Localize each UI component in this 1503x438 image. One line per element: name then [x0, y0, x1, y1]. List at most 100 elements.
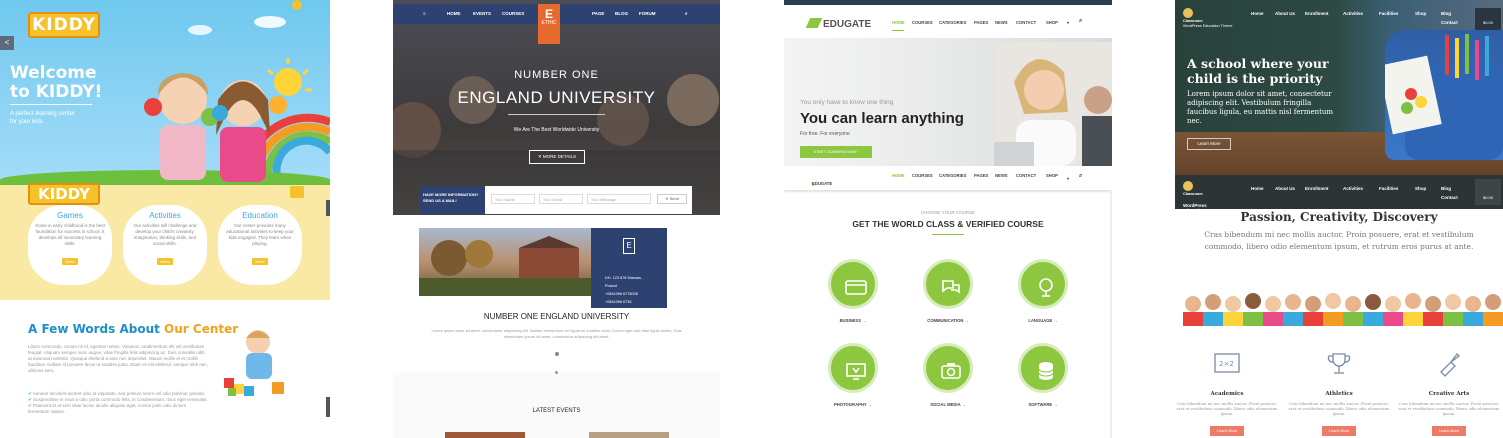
nav-courses[interactable]: COURSES: [502, 11, 524, 16]
event-thumbnail[interactable]: [589, 432, 669, 438]
course-label-social-media[interactable]: SOCIAL MEDIA →: [908, 402, 988, 407]
nav-categories[interactable]: CATEGORIES: [939, 20, 966, 25]
more-details-button[interactable]: ✕ MORE DETAILS: [529, 150, 585, 164]
nav-facilities[interactable]: Facilities: [1379, 11, 1398, 16]
phone-line: +0841096 6778008: [605, 292, 638, 296]
university-theme-preview[interactable]: ≡ HOME EVENTS COURSES PAGE BLOG FORUM ⌕ …: [393, 0, 720, 438]
scrollbar[interactable]: [326, 397, 330, 417]
course-label-language[interactable]: LANGUAGE →: [1003, 318, 1083, 323]
more-button[interactable]: More: [157, 258, 173, 265]
kiddy-menu-icon[interactable]: [292, 0, 302, 10]
nav-about[interactable]: About Us: [1275, 186, 1295, 191]
kiddy-logo[interactable]: KIDDY: [28, 12, 100, 38]
classroom-logo[interactable]: Classroom WordPress Education Theme: [1183, 192, 1207, 218]
globe-icon: [1039, 278, 1053, 297]
university-hero-line2: ENGLAND UNIVERSITY: [457, 88, 656, 107]
message-input[interactable]: Your Message: [587, 194, 651, 204]
nav-news[interactable]: NEWS: [995, 20, 1008, 25]
nav-shop[interactable]: Shop: [1415, 11, 1426, 16]
software-course-button[interactable]: [1018, 343, 1068, 393]
nav-about[interactable]: About Us: [1275, 11, 1295, 16]
course-label-business[interactable]: BUSINESS →: [813, 318, 893, 323]
nav-contact[interactable]: Contact: [1441, 20, 1458, 25]
nav-pages[interactable]: PAGES: [974, 173, 988, 178]
communication-course-button[interactable]: [923, 259, 973, 309]
nav-blog[interactable]: Blog: [1441, 11, 1451, 16]
nav-shop[interactable]: SHOP: [1046, 20, 1058, 25]
kiddy-about-text: Libero commodo, ornare mi id, egestas me…: [28, 344, 208, 373]
social-media-course-button[interactable]: [923, 343, 973, 393]
nav-home[interactable]: HOME: [892, 173, 905, 178]
nav-forum[interactable]: FORUM: [639, 11, 656, 16]
nav-contact[interactable]: CONTACT: [1016, 173, 1036, 178]
kiddy-sticky-menu-icon[interactable]: [290, 186, 304, 198]
classroom-logo[interactable]: Classroom WordPress Education Theme: [1183, 19, 1232, 29]
kiddy-about-list: Aenean tincidunt laoreet odio at vulputa…: [28, 391, 208, 415]
course-label-software[interactable]: SOFTWARE →: [1003, 402, 1083, 407]
kiddy-theme-preview[interactable]: KIDDY < Welcome to KIDDY! A perfect lear…: [0, 0, 330, 438]
nav-courses[interactable]: COURSES: [912, 20, 933, 25]
nav-page[interactable]: PAGE: [592, 11, 604, 16]
nav-shop[interactable]: SHOP: [1046, 173, 1058, 178]
name-input[interactable]: Your Name: [491, 194, 535, 204]
paintbrush-icon: [1440, 353, 1460, 377]
nav-categories[interactable]: CATEGORIES: [939, 173, 966, 178]
photography-course-button[interactable]: [828, 343, 878, 393]
nav-enrollment[interactable]: Enrollment: [1305, 11, 1329, 16]
cart-button[interactable]: $0.00: [1475, 8, 1501, 30]
nav-enrollment[interactable]: Enrollment: [1305, 186, 1329, 191]
search-icon[interactable]: ⌕: [1079, 18, 1082, 25]
nav-shop[interactable]: Shop: [1415, 186, 1426, 191]
nav-activities[interactable]: Activities: [1343, 11, 1363, 16]
nav-news[interactable]: NEWS: [995, 173, 1008, 178]
cart-button[interactable]: $0.00: [1475, 179, 1501, 205]
kiddy-sticky-logo[interactable]: KIDDY: [28, 183, 100, 205]
language-course-button[interactable]: [1018, 259, 1068, 309]
classroom-logo-icon[interactable]: [1183, 8, 1193, 18]
more-button[interactable]: More: [62, 258, 78, 265]
slider-dot[interactable]: [555, 371, 558, 374]
search-icon[interactable]: ⌕: [1079, 173, 1082, 180]
nav-courses[interactable]: COURSES: [912, 173, 933, 178]
kiddy-feature-card-education: Education Our center provides many educa…: [218, 205, 302, 285]
menu-icon[interactable]: ≡: [423, 11, 426, 16]
more-button[interactable]: More: [252, 258, 268, 265]
nav-blog[interactable]: Blog: [1441, 186, 1451, 191]
scrollbar[interactable]: [326, 200, 330, 216]
nav-home[interactable]: HOME: [447, 11, 461, 16]
nav-contact[interactable]: CONTACT: [1016, 20, 1036, 25]
classroom-logo-icon[interactable]: [1183, 181, 1193, 191]
nav-pages[interactable]: PAGES: [974, 20, 988, 25]
learn-more-button[interactable]: Learn More: [1187, 138, 1231, 150]
email-input[interactable]: Your Email: [539, 194, 583, 204]
nav-facilities[interactable]: Facilities: [1379, 186, 1398, 191]
start-learning-button[interactable]: START LEARNING NOW !: [800, 146, 872, 158]
creative-arts-learn-more-button[interactable]: Learn More: [1432, 426, 1466, 436]
share-icon[interactable]: <: [0, 36, 14, 50]
course-label-communication[interactable]: COMMUNICATION →: [908, 318, 988, 323]
edugate-theme-preview[interactable]: EDUGATE HOME COURSES CATEGORIES PAGES NE…: [784, 0, 1112, 438]
nav-home[interactable]: HOME: [892, 20, 905, 25]
nav-contact[interactable]: Contact: [1441, 195, 1458, 200]
nav-activities[interactable]: Activities: [1343, 186, 1363, 191]
search-icon[interactable]: ⌕: [685, 11, 688, 16]
edugate-logo[interactable]: EDUGATE: [805, 18, 871, 30]
nav-events[interactable]: EVENTS: [473, 11, 491, 16]
nav-home[interactable]: Home: [1251, 11, 1264, 16]
nav-home[interactable]: Home: [1251, 186, 1264, 191]
nav-blog[interactable]: BLOG: [615, 11, 628, 16]
athletics-learn-more-button[interactable]: Learn More: [1322, 426, 1356, 436]
classroom-theme-preview[interactable]: Classroom WordPress Education Theme Home …: [1175, 0, 1503, 438]
chat-icon: [942, 280, 960, 294]
event-thumbnail[interactable]: [445, 432, 525, 438]
cart-icon[interactable]: ▾: [1067, 176, 1069, 181]
classroom-children-photo: [1183, 293, 1503, 326]
business-course-button[interactable]: [828, 259, 878, 309]
academics-learn-more-button[interactable]: Learn More: [1210, 426, 1244, 436]
cart-icon[interactable]: ▾: [1067, 20, 1069, 25]
university-logo-badge[interactable]: E ETHIC: [538, 4, 560, 44]
slider-dot[interactable]: [555, 352, 559, 356]
send-button[interactable]: ✕ Send: [657, 194, 687, 204]
course-label-photography[interactable]: PHOTOGRAPHY →: [813, 402, 893, 407]
edugate-hero-photo: [994, 42, 1112, 166]
